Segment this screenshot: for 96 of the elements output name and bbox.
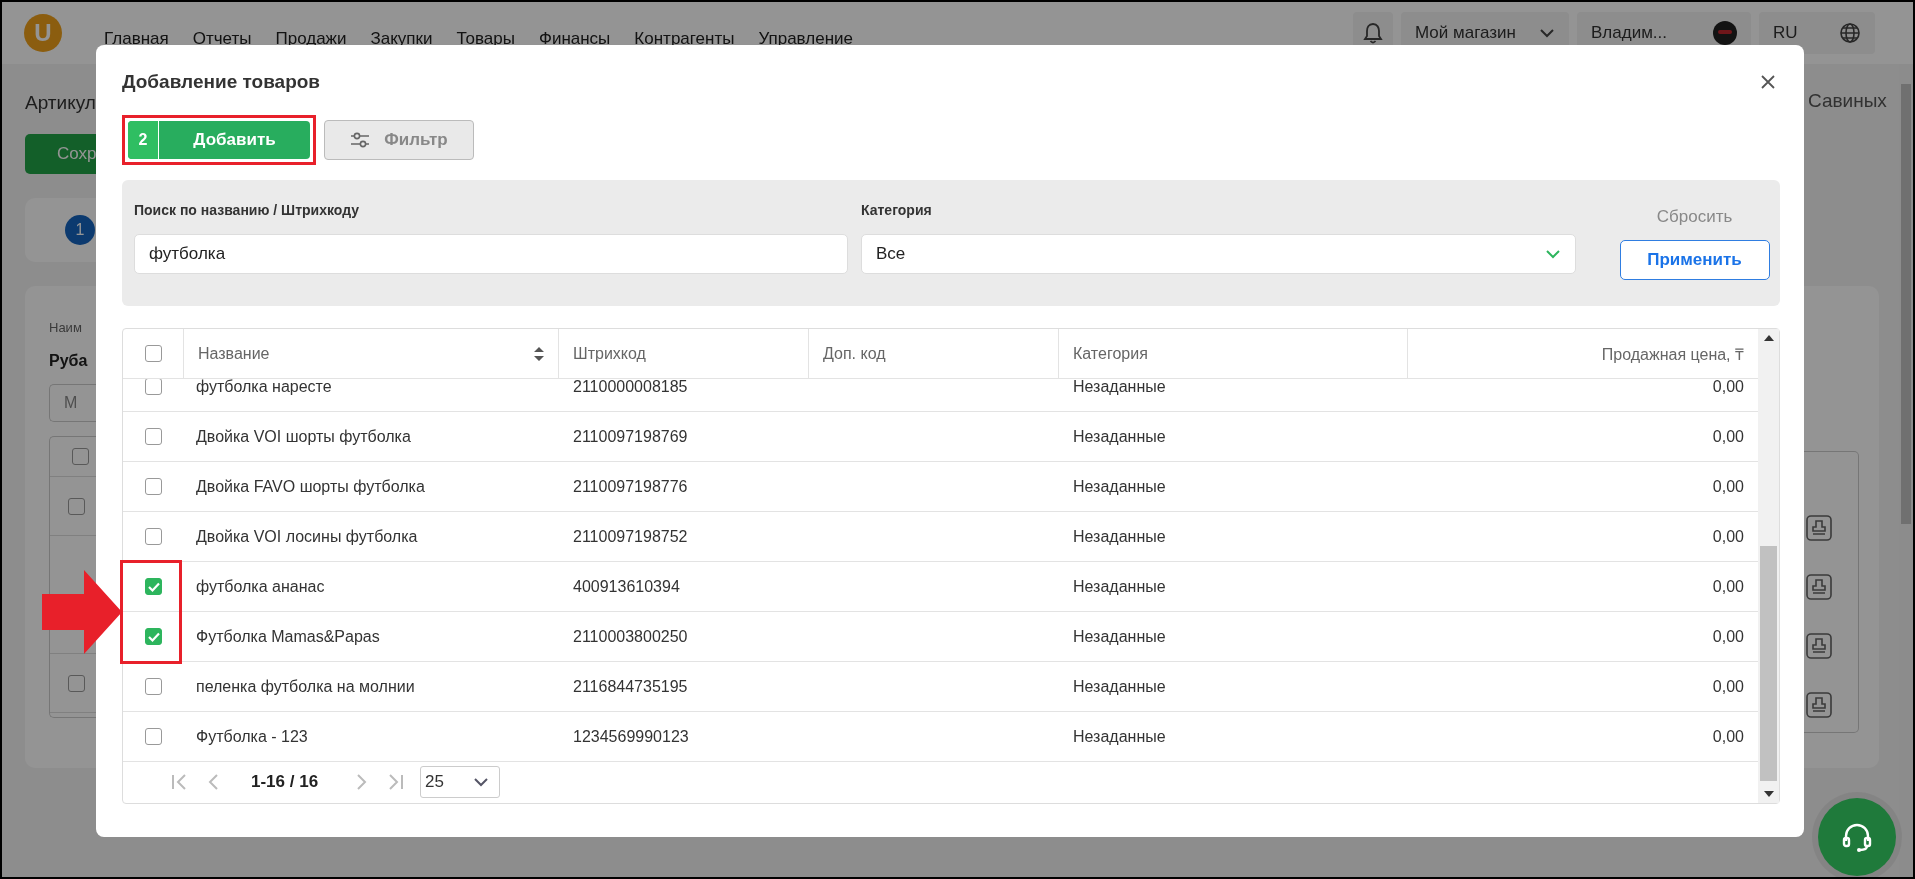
table-cell-text: 0,00 — [1711, 726, 1745, 747]
table-cell-text: Незаданные — [1072, 626, 1167, 647]
table-cell-text: Незаданные — [1072, 426, 1167, 447]
table-cell-text: Незаданные — [1072, 379, 1167, 397]
field-label: Поиск по названию / Штрихкоду — [134, 202, 360, 220]
previous-page-icon[interactable] — [207, 773, 219, 791]
nav-link[interactable]: Отчеты — [192, 29, 252, 49]
page-title: Артикул — [25, 92, 97, 115]
selected-count: 2 — [128, 121, 159, 159]
nav-link[interactable]: Финансы — [538, 29, 611, 49]
sort-icon — [534, 346, 544, 361]
step-badge: 1 — [65, 215, 95, 245]
table-cell-text: футболка ананас — [195, 576, 326, 597]
column-header[interactable]: Штрихкод — [559, 329, 809, 378]
table-cell-text: Незаданные — [1072, 726, 1167, 747]
stamp-icon[interactable] — [1806, 691, 1832, 718]
table-cell-text: 0,00 — [1711, 676, 1745, 697]
language-menu[interactable]: RU — [1759, 12, 1875, 54]
column-header[interactable]: Название — [184, 329, 559, 378]
nav-link[interactable]: Товары — [456, 29, 515, 49]
field-label: Категория — [861, 202, 933, 220]
checkbox[interactable] — [145, 578, 162, 595]
table-cell-text: 2110097198752 — [572, 526, 689, 547]
next-page-icon[interactable] — [356, 773, 369, 791]
arrow-icon — [42, 570, 122, 654]
reset-button[interactable]: Сбросить — [1650, 200, 1739, 234]
table-cell-text: 0,00 — [1711, 626, 1745, 647]
checkbox[interactable] — [145, 379, 162, 395]
sliders-icon — [350, 131, 371, 149]
checkbox[interactable] — [145, 628, 162, 645]
column-header[interactable]: Продажная цена, ₸ — [1408, 329, 1758, 378]
table-cell-text: 400913610394 — [572, 576, 681, 597]
checkbox[interactable] — [144, 345, 162, 362]
nav-link[interactable]: Закупки — [370, 29, 433, 49]
table-cell-text: Двойка FAVO шорты футболка — [195, 476, 426, 497]
table-cell-text: 2110097198776 — [572, 476, 689, 497]
table-cell-text: 2116844735195 — [572, 676, 689, 697]
language-code: RU — [1773, 23, 1798, 43]
table-cell-text: пеленка футболка на молнии — [195, 676, 416, 697]
table-cell-text: 2110003800250 — [572, 626, 689, 647]
close-icon — [1760, 74, 1776, 90]
bell-icon — [1363, 22, 1383, 44]
support-button[interactable] — [1818, 798, 1896, 876]
scroll-down-icon[interactable] — [1763, 791, 1774, 797]
nav-link[interactable]: Главная — [104, 29, 169, 49]
stamp-icon[interactable] — [1806, 514, 1832, 541]
field-label: Наим — [49, 320, 83, 335]
checkbox[interactable] — [68, 497, 85, 515]
apply-button[interactable]: Применить — [1619, 240, 1770, 280]
column-header[interactable]: Категория — [1059, 329, 1408, 378]
category-dropdown[interactable]: Все — [861, 234, 1576, 274]
stamp-icon[interactable] — [1806, 632, 1832, 659]
checkbox[interactable] — [72, 448, 89, 465]
table-cell-text: Футболка Mamas&Papas — [195, 626, 381, 647]
table-cell-text: Двойка VOI шорты футболка — [195, 426, 412, 447]
table-cell-text: 2110097198769 — [572, 426, 689, 447]
table-cell-text: 2110000008185 — [572, 379, 689, 397]
checkbox[interactable] — [145, 428, 162, 445]
checkbox[interactable] — [145, 528, 162, 545]
checkbox[interactable] — [145, 478, 162, 495]
headset-icon — [1841, 821, 1873, 853]
table-cell-text: Незаданные — [1072, 526, 1167, 547]
column-header[interactable]: Доп. код — [809, 329, 1059, 378]
table-cell-text: Незаданные — [1072, 676, 1167, 697]
scrollbar[interactable] — [1758, 329, 1779, 803]
last-page-icon[interactable] — [388, 773, 405, 791]
checkbox[interactable] — [145, 678, 162, 695]
nav-link[interactable]: Управление — [758, 29, 853, 49]
checkbox[interactable] — [145, 728, 162, 745]
table-cell-text: 0,00 — [1711, 576, 1745, 597]
table-cell-text: футболка наресте — [195, 379, 333, 397]
globe-icon — [1839, 22, 1861, 44]
first-page-icon[interactable] — [171, 773, 187, 791]
scroll-up-icon[interactable] — [1763, 335, 1774, 341]
dialog-title: Добавление товаров — [122, 71, 321, 93]
checkbox[interactable] — [68, 674, 85, 692]
table-cell-text: 0,00 — [1711, 379, 1745, 397]
table-cell-text: Футболка - 123 — [195, 726, 309, 747]
search-field[interactable]: футболка — [134, 234, 848, 274]
store-name: Мой магазин — [1415, 23, 1516, 43]
table-cell-text: 0,00 — [1711, 526, 1745, 547]
stamp-icon[interactable] — [1806, 573, 1832, 600]
table-cell-text: Двойка VOI лосины футболка — [195, 526, 419, 547]
table-cell-text: 0,00 — [1711, 476, 1745, 497]
author-name: Савиных — [1807, 90, 1888, 113]
table-cell-text: Незаданные — [1072, 576, 1167, 597]
table-cell-text: 1234569990123 — [572, 726, 690, 747]
page-range: 1-16 / 16 — [251, 772, 319, 792]
field-value: Руба — [49, 352, 89, 370]
page-size-dropdown[interactable]: 25 — [420, 766, 501, 798]
table-cell-text: 0,00 — [1711, 426, 1745, 447]
user-name: Владим... — [1591, 23, 1667, 43]
avatar-icon — [1713, 21, 1737, 45]
nav-link[interactable]: Продажи — [275, 29, 347, 49]
table-cell-text: Незаданные — [1072, 476, 1167, 497]
nav-link[interactable]: Контрагенты — [634, 29, 735, 49]
